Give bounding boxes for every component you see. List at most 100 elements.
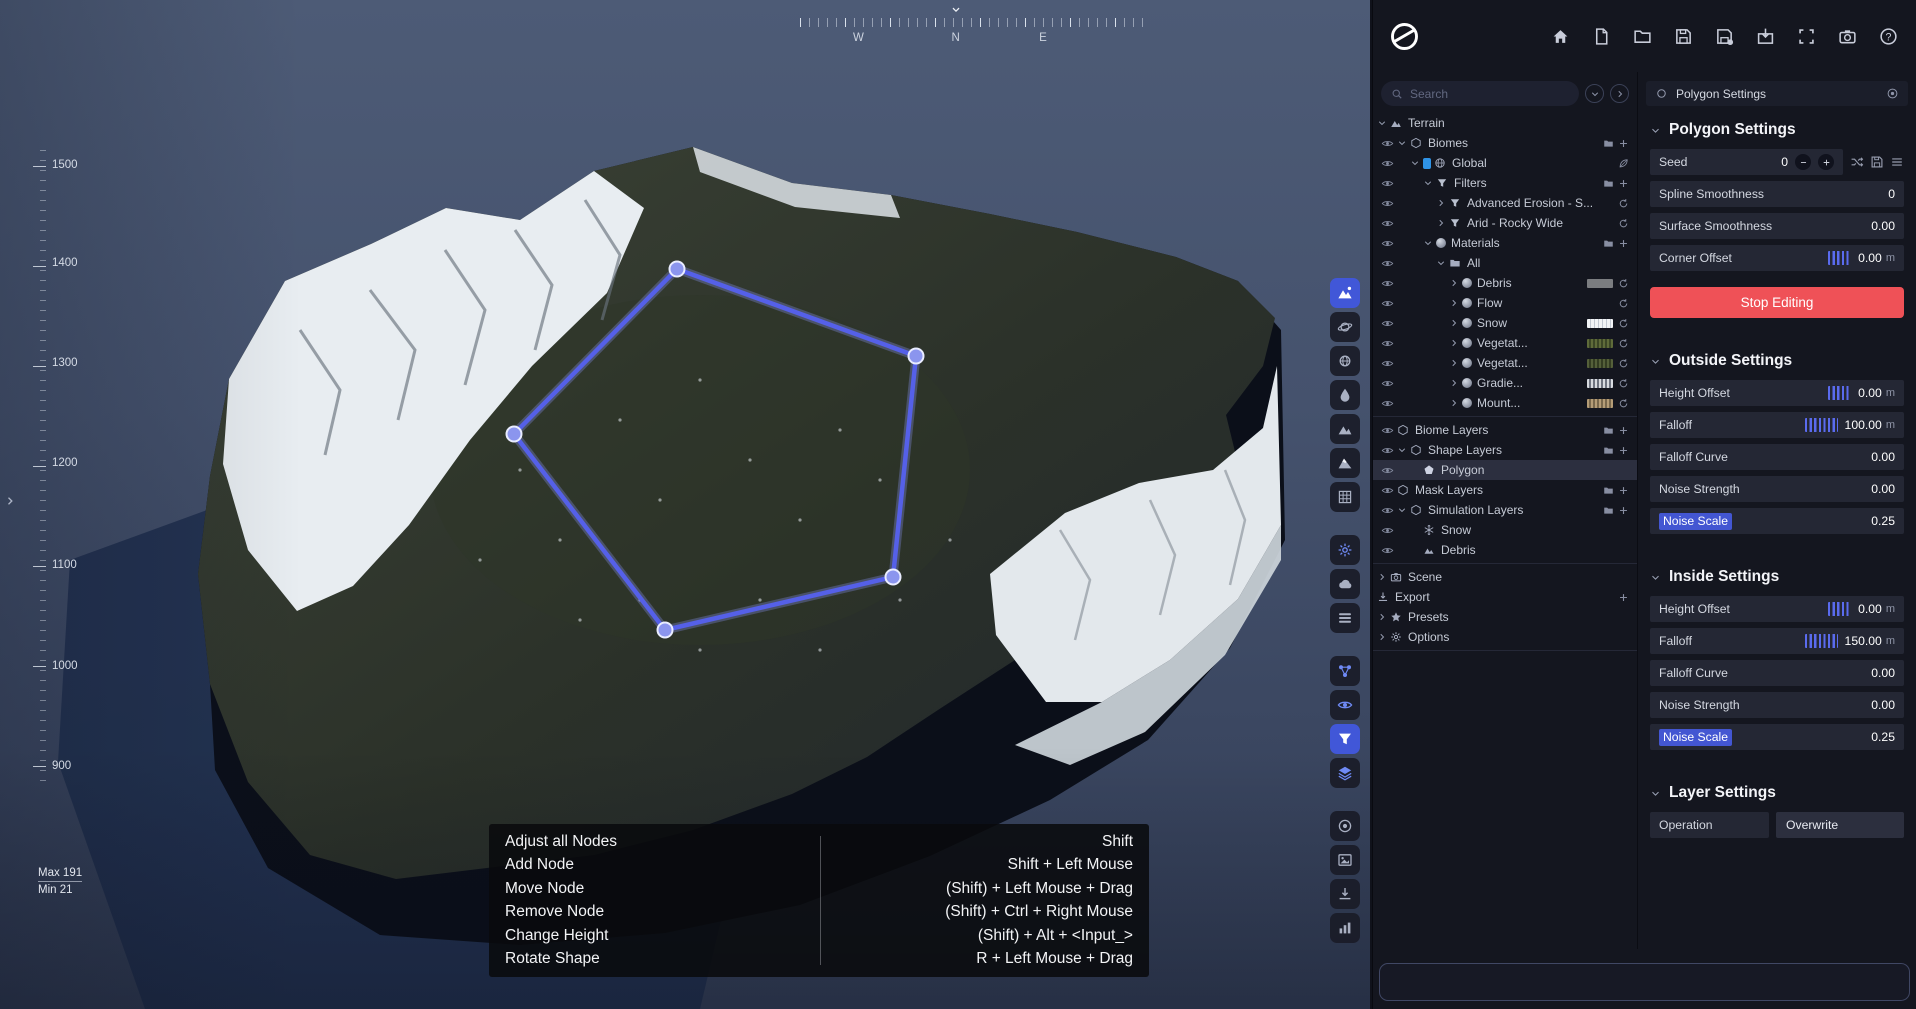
visibility-eye-icon[interactable] [1377,544,1397,557]
water-button[interactable] [1330,380,1360,410]
reset-layout-button[interactable] [1796,26,1816,46]
import-button[interactable] [1330,879,1360,909]
visibility-eye-icon[interactable] [1377,157,1397,170]
visibility-eye-icon[interactable] [1377,464,1397,477]
section-header[interactable]: Polygon Settings [1650,121,1904,139]
section-header[interactable]: Layer Settings [1650,784,1904,802]
new-file-button[interactable] [1591,26,1611,46]
tree-item-presets[interactable]: Presets [1373,607,1637,627]
tree-item-snow[interactable]: Snow [1373,520,1637,540]
save-button[interactable] [1673,26,1693,46]
refresh-icon[interactable] [1616,358,1631,369]
stop-editing-button[interactable]: Stop Editing [1650,287,1904,318]
leaf-icon[interactable] [1616,158,1631,169]
visibility-eye-icon[interactable] [1377,337,1397,350]
tree-item-options[interactable]: Options [1373,627,1637,647]
tree-item-mask-layers[interactable]: Mask Layers [1373,480,1637,500]
help-button[interactable]: ? [1878,26,1898,46]
save-as-button[interactable] [1714,26,1734,46]
plus-icon[interactable] [1616,592,1631,603]
chevron-right-icon[interactable] [1377,572,1390,582]
chevron-down-icon[interactable] [1423,178,1436,188]
shape-filter-button[interactable] [1330,724,1360,754]
section-header[interactable]: Inside Settings [1650,568,1904,586]
plus-icon[interactable] [1616,505,1631,516]
refresh-icon[interactable] [1616,318,1631,329]
chevron-down-icon[interactable] [1397,505,1410,515]
chevron-right-icon[interactable] [1449,358,1462,368]
chevron-down-icon[interactable] [1397,138,1410,148]
layers-button[interactable] [1330,758,1360,788]
refresh-icon[interactable] [1616,298,1631,309]
grid-button[interactable] [1330,482,1360,512]
menu-button[interactable] [1890,155,1904,169]
mountain-button[interactable] [1330,414,1360,444]
visibility-eye-icon[interactable] [1377,444,1397,457]
visibility-eye-icon[interactable] [1377,197,1397,210]
seed-field[interactable]: Seed0 [1650,149,1843,175]
plus-icon[interactable] [1616,238,1631,249]
drag-ticks-icon[interactable] [1828,602,1851,616]
visibility-eye-icon[interactable] [1377,357,1397,370]
chevron-right-icon[interactable] [1377,632,1390,642]
tree-item-vegetat[interactable]: Vegetat... [1373,353,1637,373]
polygon-node[interactable] [670,262,685,277]
command-bar[interactable] [1379,963,1910,1001]
chevron-down-icon[interactable] [1410,158,1423,168]
field-height-offset[interactable]: Height Offset0.00m [1650,596,1904,622]
chevron-right-icon[interactable] [1449,378,1462,388]
refresh-icon[interactable] [1616,278,1631,289]
visibility-eye-icon[interactable] [1377,397,1397,410]
refresh-icon[interactable] [1616,198,1631,209]
erosion-button[interactable] [1330,535,1360,565]
open-folder-button[interactable] [1632,26,1652,46]
folder-icon[interactable] [1601,138,1616,149]
chevron-right-icon[interactable] [1377,612,1390,622]
visibility-eye-icon[interactable] [1377,177,1397,190]
save-button[interactable] [1870,155,1884,169]
chevron-right-icon[interactable] [1436,198,1449,208]
visibility-eye-icon[interactable] [1377,257,1397,270]
visibility-button[interactable] [1330,690,1360,720]
chevron-right-icon[interactable] [1449,338,1462,348]
visibility-eye-icon[interactable] [1377,504,1397,517]
tree-item-debris[interactable]: Debris [1373,540,1637,560]
folder-icon[interactable] [1601,178,1616,189]
plus-icon[interactable] [1616,178,1631,189]
tree-item-gradie[interactable]: Gradie... [1373,373,1637,393]
target-icon[interactable] [1886,87,1899,100]
drag-ticks-icon[interactable] [1805,634,1837,648]
tree-item-scene[interactable]: Scene [1373,567,1637,587]
visibility-eye-icon[interactable] [1377,377,1397,390]
3d-viewport[interactable]: W N E 150014001300120011001000900 Max 19… [0,0,1370,1009]
home-button[interactable] [1550,26,1570,46]
visibility-eye-icon[interactable] [1377,217,1397,230]
polygon-node[interactable] [507,427,522,442]
tree-item-shape-layers[interactable]: Shape Layers [1373,440,1637,460]
field-noise-scale[interactable]: Noise Scale0.25 [1650,724,1904,750]
panel-expand-handle[interactable] [4,492,19,510]
node-editor-button[interactable] [1330,656,1360,686]
visibility-eye-icon[interactable] [1377,484,1397,497]
seed-increment-button[interactable] [1818,154,1834,170]
chevron-down-icon[interactable] [1397,445,1410,455]
chevron-down-icon[interactable] [1377,118,1390,128]
polygon-node[interactable] [909,349,924,364]
atmosphere-button[interactable] [1330,346,1360,376]
plus-icon[interactable] [1616,425,1631,436]
polygon-node[interactable] [658,623,673,638]
field-falloff[interactable]: Falloff100.00m [1650,412,1904,438]
chevron-right-icon[interactable] [1449,398,1462,408]
tree-item-advanced-erosion-s[interactable]: Advanced Erosion - S... [1373,193,1637,213]
visibility-eye-icon[interactable] [1377,317,1397,330]
folder-icon[interactable] [1601,445,1616,456]
visibility-eye-icon[interactable] [1377,424,1397,437]
seed-decrement-button[interactable] [1795,154,1811,170]
polygon-node[interactable] [886,570,901,585]
refresh-icon[interactable] [1616,338,1631,349]
tree-item-materials[interactable]: Materials [1373,233,1637,253]
chevron-down-icon[interactable] [1423,238,1436,248]
folder-icon[interactable] [1601,238,1616,249]
expand-all-button[interactable] [1610,84,1629,103]
drag-ticks-icon[interactable] [1805,418,1837,432]
